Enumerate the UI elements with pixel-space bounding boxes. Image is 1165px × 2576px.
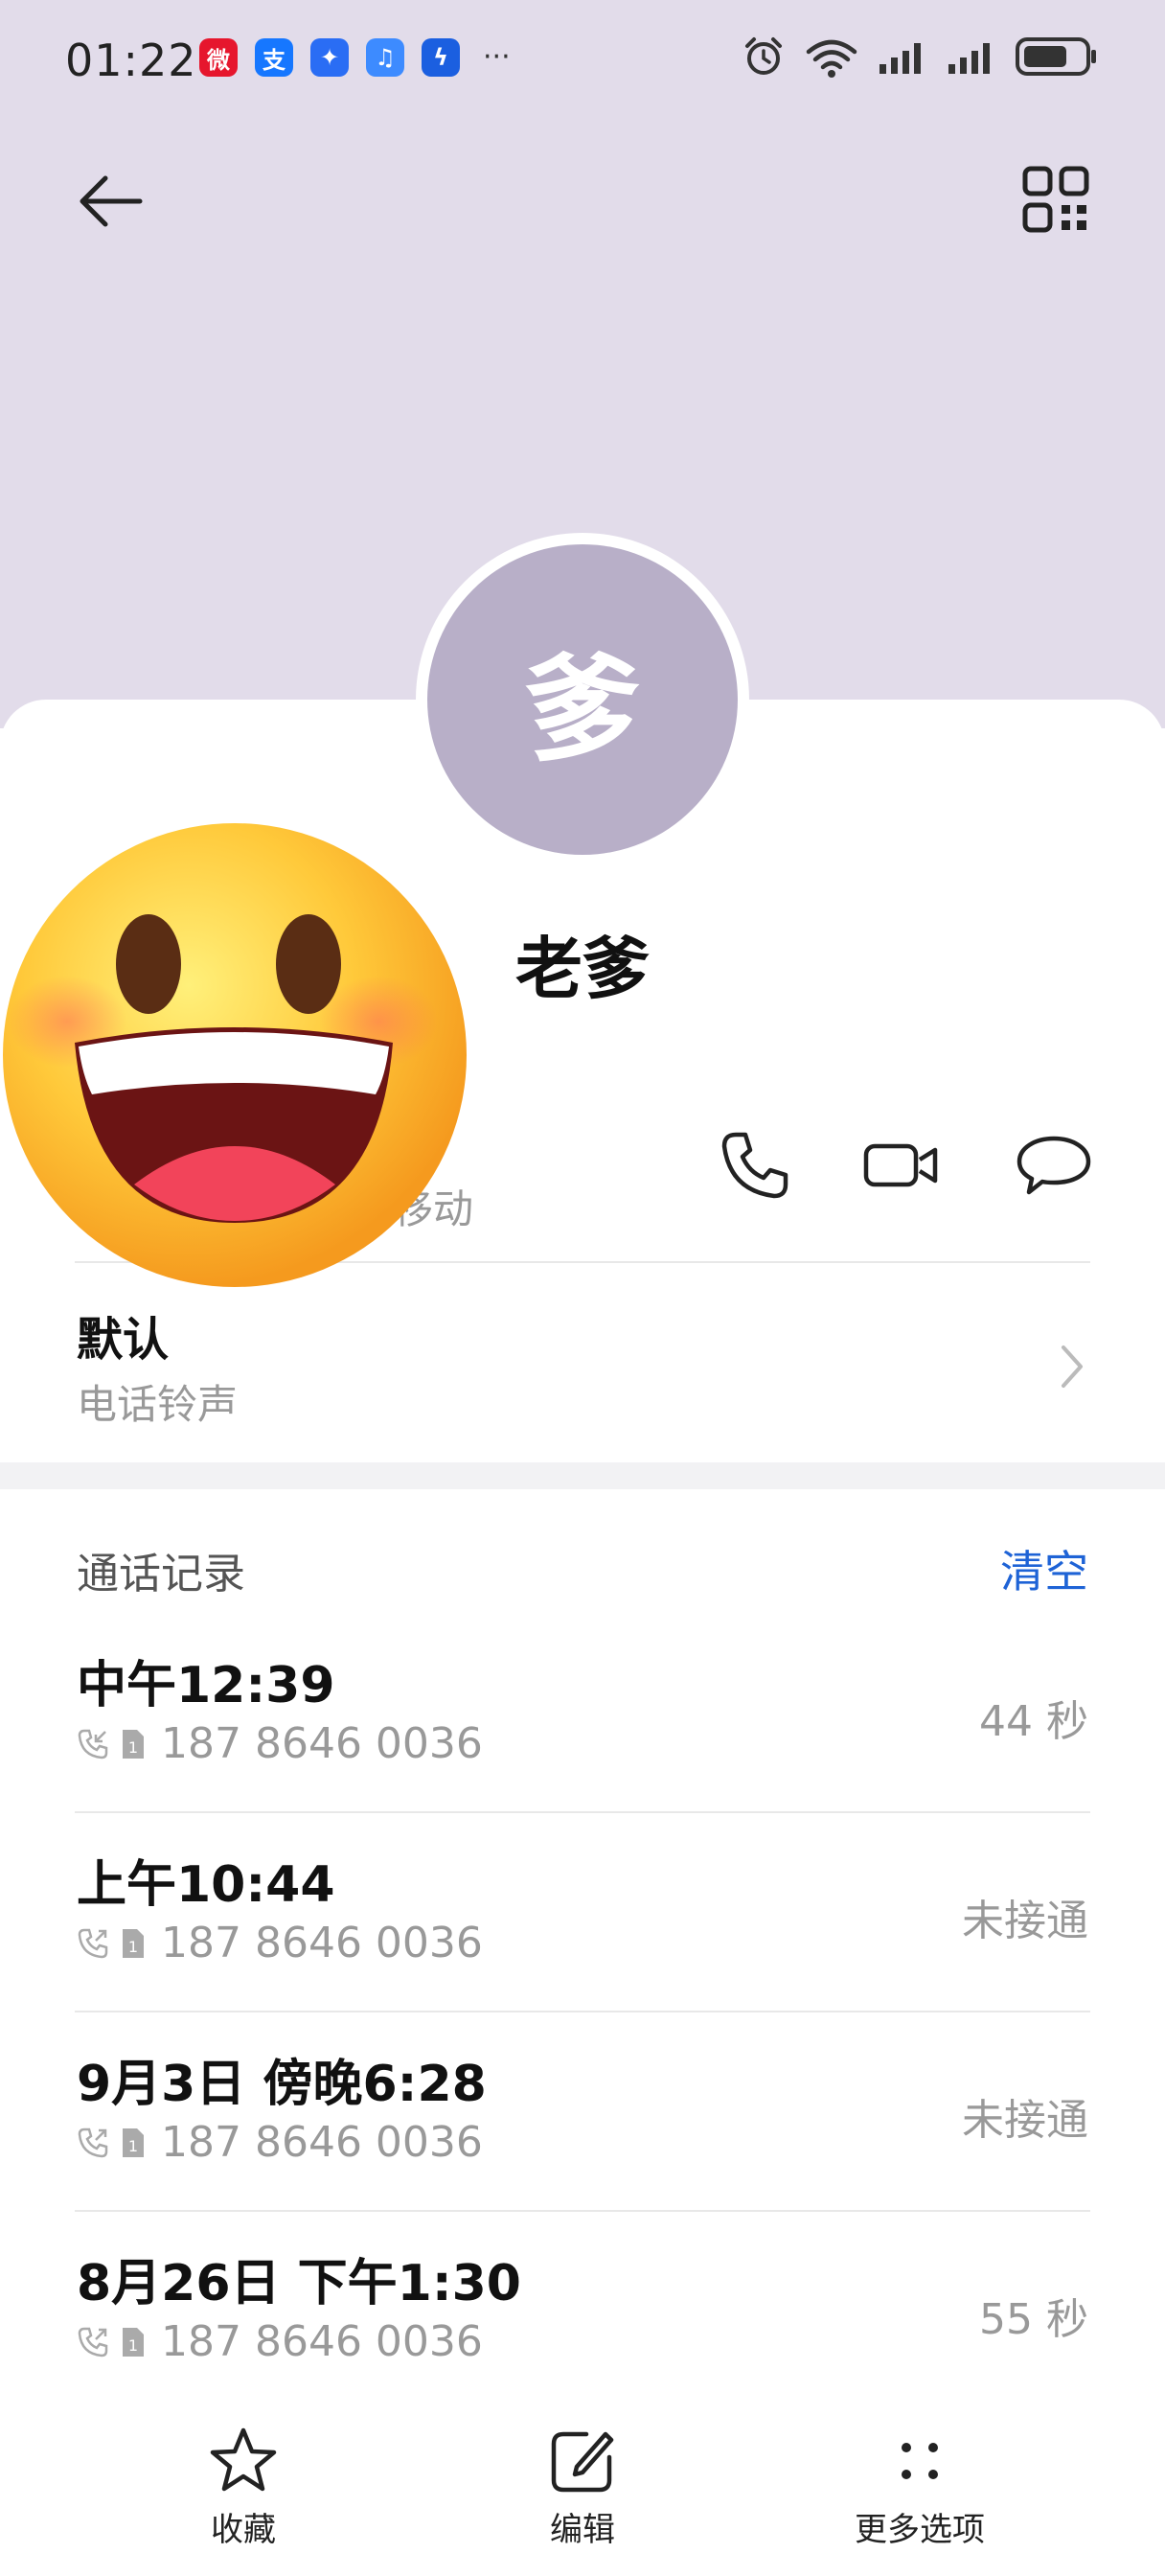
outgoing-call-icon [78, 1928, 108, 1958]
svg-text:1: 1 [128, 1938, 138, 1956]
call-details: 1 187 8646 0036 [77, 1719, 483, 1768]
call-details: 1 187 8646 0036 [77, 2317, 483, 2366]
call-time: 9月3日 傍晚6:28 [77, 2056, 487, 2113]
alipay-icon: 支 [255, 38, 293, 77]
phone-icon [721, 1132, 788, 1199]
svg-text:1: 1 [128, 2137, 138, 2155]
music-app-icon: ♫ [366, 38, 404, 77]
call-details: 1 187 8646 0036 [77, 2118, 483, 2167]
call-time: 8月26日 下午1:30 [77, 2255, 521, 2312]
divider [75, 2210, 1090, 2212]
sim-card-1-icon: 1 [123, 2128, 144, 2157]
edit-label: 编辑 [550, 2511, 615, 2549]
message-icon [1017, 1136, 1091, 1195]
status-bar: 01:22 微 支 ✦ ♫ ϟ ··· [0, 0, 1165, 115]
qr-code-button[interactable] [1021, 165, 1090, 234]
call-details: 1 187 8646 0036 [77, 1919, 483, 1967]
avatar[interactable]: 爹 [427, 544, 738, 855]
sim-card-1-icon: 1 [123, 2327, 144, 2357]
bulb-app-icon: ✦ [310, 38, 349, 77]
message-button[interactable] [1016, 1127, 1092, 1204]
video-call-icon [863, 1143, 919, 1187]
call-time: 上午10:44 [77, 1856, 335, 1914]
call-number: 187 8646 0036 [161, 1719, 483, 1768]
more-options-button[interactable]: 更多选项 [795, 2423, 1044, 2550]
weibo-icon: 微 [199, 38, 238, 77]
avatar-initial: 爹 [525, 644, 640, 777]
battery-icon [1016, 37, 1096, 76]
star-icon [210, 2427, 277, 2492]
call-log-item[interactable]: 8月26日 下午1:30 1 187 8646 0036 55 秒 [0, 2216, 1165, 2415]
outgoing-call-icon [78, 2128, 108, 2157]
call-result: 55 秒 [979, 2295, 1088, 2344]
sim-card-1-icon: 1 [123, 1928, 144, 1958]
call-result: 未接通 [962, 2096, 1088, 2145]
bottom-action-bar: 收藏 编辑 更多选项 [0, 2405, 1165, 2576]
favorite-label: 收藏 [211, 2511, 276, 2549]
call-result: 未接通 [962, 1897, 1088, 1945]
svg-text:1: 1 [128, 1738, 138, 1757]
outgoing-call-icon [78, 2327, 108, 2357]
call-number: 187 8646 0036 [161, 2118, 483, 2167]
back-button[interactable] [73, 163, 149, 240]
section-separator [0, 1462, 1165, 1489]
signal-icon [879, 43, 921, 74]
call-log-title: 通话记录 [77, 1550, 245, 1598]
call-number: 187 8646 0036 [161, 1919, 483, 1967]
call-number: 187 8646 0036 [161, 2317, 483, 2366]
call-button[interactable] [717, 1127, 793, 1204]
incoming-call-icon [78, 1729, 108, 1759]
call-log-item[interactable]: 中午12:39 1 187 8646 0036 44 秒 [0, 1618, 1165, 1817]
call-time: 中午12:39 [77, 1657, 335, 1714]
wifi-icon [806, 39, 857, 78]
call-log-item[interactable]: 上午10:44 1 187 8646 0036 未接通 [0, 1817, 1165, 2016]
more-notifications-icon: ··· [483, 40, 511, 74]
system-icons [742, 34, 1098, 79]
more-options-icon [902, 2443, 938, 2479]
sim-card-1-icon: 1 [123, 1729, 144, 1759]
signal-icon [948, 43, 990, 74]
grinning-emoji-sticker [3, 823, 467, 1287]
ringtone-label: 电话铃声 [77, 1381, 239, 1428]
notification-icons: 微 支 ✦ ♫ ϟ ··· [199, 38, 511, 77]
svg-text:1: 1 [128, 2336, 138, 2355]
call-result: 44 秒 [979, 1697, 1088, 1746]
divider [75, 2011, 1090, 2012]
edit-button[interactable]: 编辑 [458, 2423, 707, 2550]
favorite-button[interactable]: 收藏 [119, 2423, 368, 2550]
video-call-button[interactable] [862, 1127, 939, 1204]
ringtone-row[interactable]: 默认 电话铃声 [0, 1263, 1165, 1455]
divider [75, 1811, 1090, 1813]
ringtone-value: 默认 [77, 1313, 170, 1367]
clear-call-log-button[interactable]: 清空 [1000, 1537, 1088, 1600]
call-log-item[interactable]: 9月3日 傍晚6:28 1 187 8646 0036 未接通 [0, 2016, 1165, 2216]
edit-icon [551, 2431, 614, 2493]
chevron-right-icon [1062, 1346, 1083, 1388]
more-options-label: 更多选项 [855, 2511, 985, 2549]
status-time: 01:22 [65, 34, 197, 86]
bolt-app-icon: ϟ [422, 38, 460, 77]
alarm-icon [745, 37, 782, 75]
